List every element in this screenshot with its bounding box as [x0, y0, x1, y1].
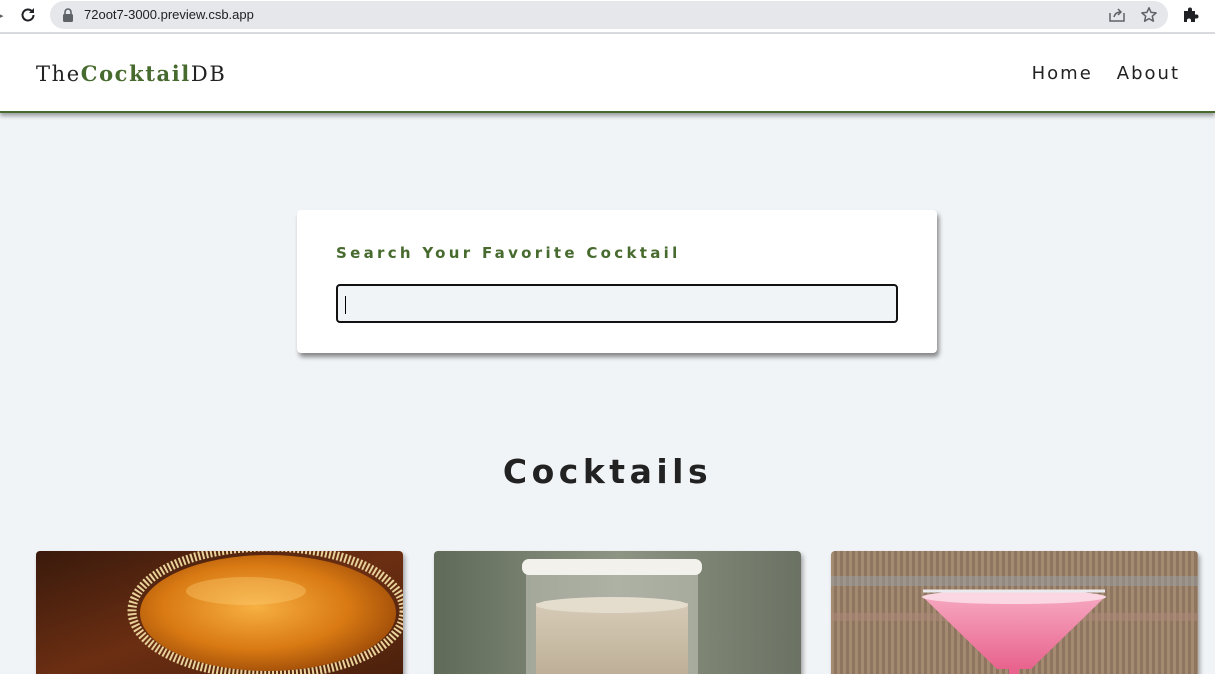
nav-link-home[interactable]: Home: [1032, 63, 1093, 84]
logo-highlight: Cocktail: [80, 61, 191, 86]
back-arrow-icon[interactable]: ▸: [0, 9, 4, 22]
browser-toolbar: ▸ 72oot7-3000.preview.csb.app: [0, 0, 1215, 32]
cocktail-image[interactable]: [36, 551, 403, 674]
nav-links: Home About: [1032, 63, 1180, 84]
address-bar[interactable]: 72oot7-3000.preview.csb.app: [50, 1, 1168, 29]
url-text[interactable]: 72oot7-3000.preview.csb.app: [84, 7, 254, 22]
star-icon[interactable]: [1140, 6, 1158, 24]
search-form: Search Your Favorite Cocktail: [297, 210, 937, 353]
search-input[interactable]: [336, 284, 898, 323]
site-logo[interactable]: TheCocktailDB: [36, 61, 226, 86]
reload-icon[interactable]: [18, 5, 38, 25]
section-title: Cocktails: [502, 452, 713, 491]
text-caret: [345, 296, 346, 314]
extensions-icon[interactable]: [1180, 5, 1200, 25]
logo-prefix: The: [36, 62, 81, 86]
cocktail-image[interactable]: [831, 551, 1198, 674]
lock-icon[interactable]: [62, 8, 74, 22]
cocktail-image[interactable]: [434, 551, 801, 674]
share-icon[interactable]: [1108, 7, 1126, 23]
logo-suffix: DB: [190, 62, 227, 86]
nav-link-about[interactable]: About: [1117, 63, 1180, 84]
cocktail-card[interactable]: [831, 551, 1198, 674]
cocktail-card[interactable]: [434, 551, 801, 674]
cocktail-card[interactable]: [36, 551, 403, 674]
site-navbar: TheCocktailDB Home About: [0, 34, 1215, 113]
search-label: Search Your Favorite Cocktail: [336, 244, 681, 262]
